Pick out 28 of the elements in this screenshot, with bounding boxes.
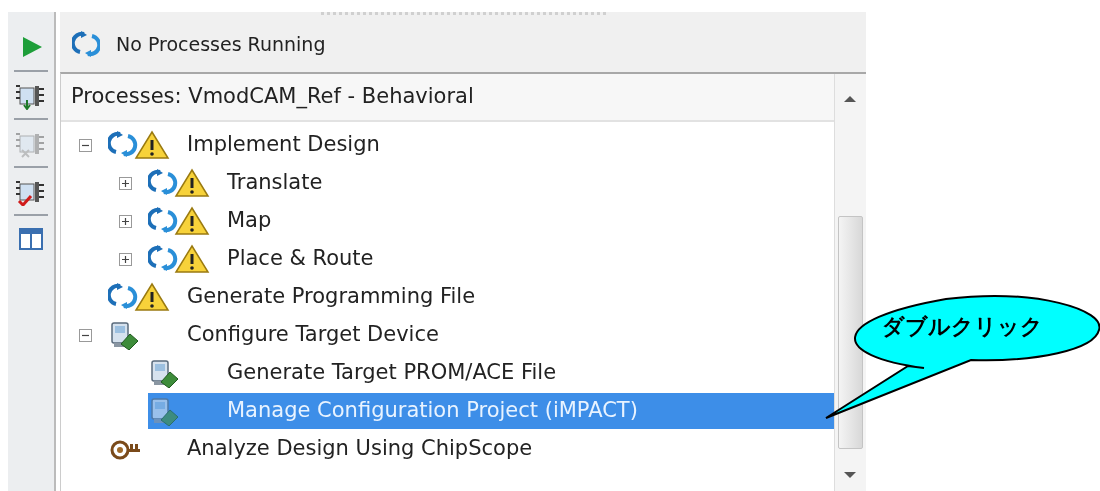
tree-item[interactable]: Generate Target PROM/ACE File bbox=[148, 355, 834, 391]
expand-icon[interactable] bbox=[119, 176, 132, 190]
resize-grip[interactable] bbox=[320, 12, 606, 16]
collapse-icon[interactable] bbox=[79, 138, 92, 152]
refresh-warning-icon bbox=[148, 244, 210, 274]
device-config-icon bbox=[148, 396, 179, 426]
status-text: No Processes Running bbox=[116, 31, 326, 57]
tree-item[interactable]: Configure Target Device bbox=[108, 317, 834, 353]
scroll-thumb[interactable] bbox=[838, 216, 863, 449]
tree-item[interactable]: Analyze Design Using ChipScope bbox=[108, 431, 834, 467]
tree-item[interactable]: Place & Route bbox=[148, 241, 834, 277]
refresh-icon bbox=[72, 30, 100, 58]
expand-icon[interactable] bbox=[119, 214, 132, 228]
device-config-icon bbox=[108, 320, 139, 350]
tree-item[interactable]: Implement Design bbox=[108, 127, 834, 163]
tree-item[interactable]: Map bbox=[148, 203, 834, 239]
refresh-warning-icon bbox=[108, 130, 170, 160]
refresh-warning-icon bbox=[148, 206, 210, 236]
scrollbar[interactable] bbox=[834, 74, 866, 491]
callout-text: ダブルクリック bbox=[882, 313, 1043, 341]
panel-title: Processes: VmodCAM_Ref - Behavioral bbox=[71, 83, 474, 111]
refresh-warning-icon bbox=[148, 168, 210, 198]
tree-item[interactable]: Translate bbox=[148, 165, 834, 201]
tree-item[interactable]: Generate Programming File bbox=[108, 279, 834, 315]
device-config-icon bbox=[148, 358, 179, 388]
expand-icon[interactable] bbox=[119, 252, 132, 266]
refresh-warning-icon bbox=[108, 282, 170, 312]
collapse-icon[interactable] bbox=[79, 328, 92, 342]
